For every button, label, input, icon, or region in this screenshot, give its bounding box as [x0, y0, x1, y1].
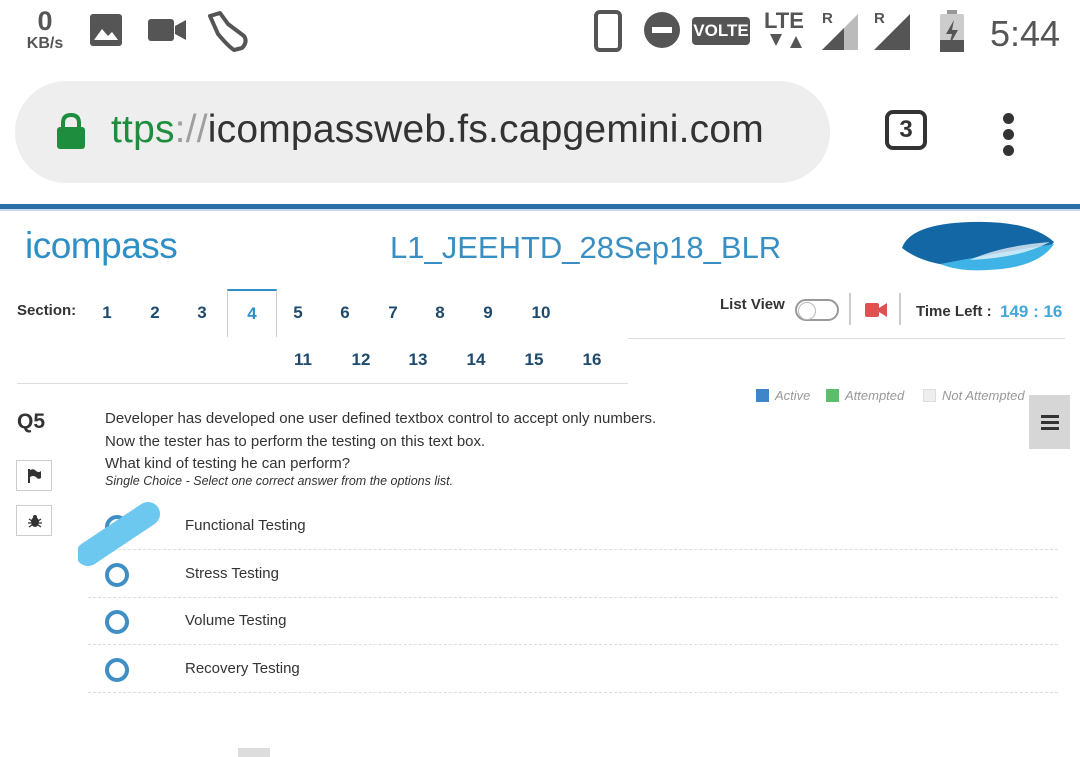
brand-logo — [900, 218, 1056, 279]
option-radio-2[interactable] — [105, 563, 129, 587]
option-row-2[interactable]: Stress Testing — [88, 550, 1058, 598]
legend-attempted: Attempted — [826, 388, 904, 403]
section-divider — [17, 383, 628, 384]
option-row-4[interactable]: Recovery Testing — [88, 645, 1058, 693]
section-tab-11[interactable]: 11 — [279, 337, 327, 383]
legend-not-attempted: Not Attempted — [923, 388, 1025, 403]
report-bug-button[interactable] — [16, 505, 52, 536]
option-radio-3[interactable] — [105, 610, 129, 634]
video-icon — [148, 17, 188, 48]
section-tab-15[interactable]: 15 — [510, 337, 558, 383]
time-left-label: Time Left : — [916, 303, 992, 320]
option-label-2[interactable]: Stress Testing — [185, 565, 279, 582]
question-text: Developer has developed one user defined… — [105, 408, 656, 476]
highlighter-mark — [78, 502, 160, 566]
camera-icon — [865, 303, 887, 322]
option-label-4[interactable]: Recovery Testing — [185, 660, 300, 677]
option-label-1[interactable]: Functional Testing — [185, 517, 306, 534]
question-number: Q5 — [17, 410, 46, 433]
section-tab-2[interactable]: 2 — [131, 290, 179, 336]
controls-divider — [628, 338, 1065, 339]
question-line-2: Now the tester has to perform the testin… — [105, 432, 486, 450]
section-tab-13[interactable]: 13 — [394, 337, 442, 383]
lock-icon — [57, 112, 85, 154]
phone-icon — [594, 10, 622, 57]
option-row-3[interactable]: Volume Testing — [88, 597, 1058, 645]
legend-not-attempted-label: Not Attempted — [942, 388, 1025, 403]
section-tab-8[interactable]: 8 — [416, 290, 464, 336]
url-host: icompassweb.fs.capgemini.com — [207, 108, 764, 151]
section-tab-1[interactable]: 1 — [83, 290, 131, 336]
section-tab-10[interactable]: 10 — [517, 290, 565, 336]
clock: 5:44 — [990, 13, 1061, 54]
url-scheme: ttps — [111, 108, 175, 151]
logo-text: icompass — [25, 225, 178, 266]
shoe-icon — [206, 10, 250, 57]
time-left-value: 149 : 16 — [1000, 302, 1063, 321]
divider — [849, 293, 851, 325]
url-separator: :// — [174, 108, 208, 151]
question-list-menu-button[interactable] — [1029, 395, 1070, 449]
legend-active-swatch — [756, 389, 769, 402]
volte-badge: VOLTE — [692, 17, 750, 45]
lte-label: LTE — [764, 8, 804, 33]
section-tab-7[interactable]: 7 — [369, 290, 417, 336]
scroll-handle — [238, 748, 270, 757]
list-view-label: List View — [720, 296, 785, 313]
section-tab-5[interactable]: 5 — [274, 290, 322, 336]
section-label: Section: — [17, 302, 77, 319]
legend-active-label: Active — [775, 388, 811, 403]
gallery-icon — [89, 13, 123, 52]
signal-icon-2 — [874, 12, 910, 55]
battery-icon — [940, 10, 964, 57]
option-radio-4[interactable] — [105, 658, 129, 682]
option-label-3[interactable]: Volume Testing — [185, 612, 286, 629]
header-border-shadow — [0, 209, 1080, 211]
section-tab-14[interactable]: 14 — [452, 337, 500, 383]
lte-indicator: LTE — [764, 8, 804, 48]
section-tab-3[interactable]: 3 — [178, 290, 226, 336]
question-hint: Single Choice - Select one correct answe… — [105, 474, 454, 488]
option-row-1[interactable]: Functional Testing — [88, 502, 1058, 550]
signal-icon — [822, 12, 858, 55]
dnd-icon — [644, 12, 680, 53]
section-tab-4[interactable]: 4 — [227, 289, 277, 337]
legend-attempted-label: Attempted — [845, 388, 905, 403]
section-tab-9[interactable]: 9 — [464, 290, 512, 336]
network-speed-value: 0 — [37, 6, 53, 36]
legend-not-attempted-swatch — [923, 389, 936, 402]
divider — [899, 293, 901, 325]
toggle-knob — [798, 302, 816, 320]
network-speed-unit: KB/s — [26, 35, 64, 52]
status-bar: 0 KB/s VOLTE LTE R R 5:44 — [0, 0, 1080, 66]
section-tab-12[interactable]: 12 — [337, 337, 385, 383]
question-line-1: Developer has developed one user defined… — [105, 410, 657, 427]
legend-active: Active — [756, 388, 810, 403]
section-tab-16[interactable]: 16 — [568, 337, 616, 383]
icompass-logo: icompass — [25, 225, 178, 267]
network-speed: 0 KB/s — [22, 8, 68, 52]
more-menu-icon[interactable] — [1003, 113, 1017, 161]
section-tab-6[interactable]: 6 — [321, 290, 369, 336]
assessment-title: L1_JEEHTD_28Sep18_BLR — [390, 230, 782, 265]
tab-switcher-button[interactable]: 3 — [885, 110, 927, 150]
legend-attempted-swatch — [826, 389, 839, 402]
list-view-toggle[interactable] — [795, 299, 839, 321]
flag-button[interactable] — [16, 460, 52, 491]
url-text[interactable]: ttps://icompassweb.fs.capgemini.com — [111, 108, 764, 152]
question-line-3: What kind of testing he can perform? — [105, 455, 351, 472]
